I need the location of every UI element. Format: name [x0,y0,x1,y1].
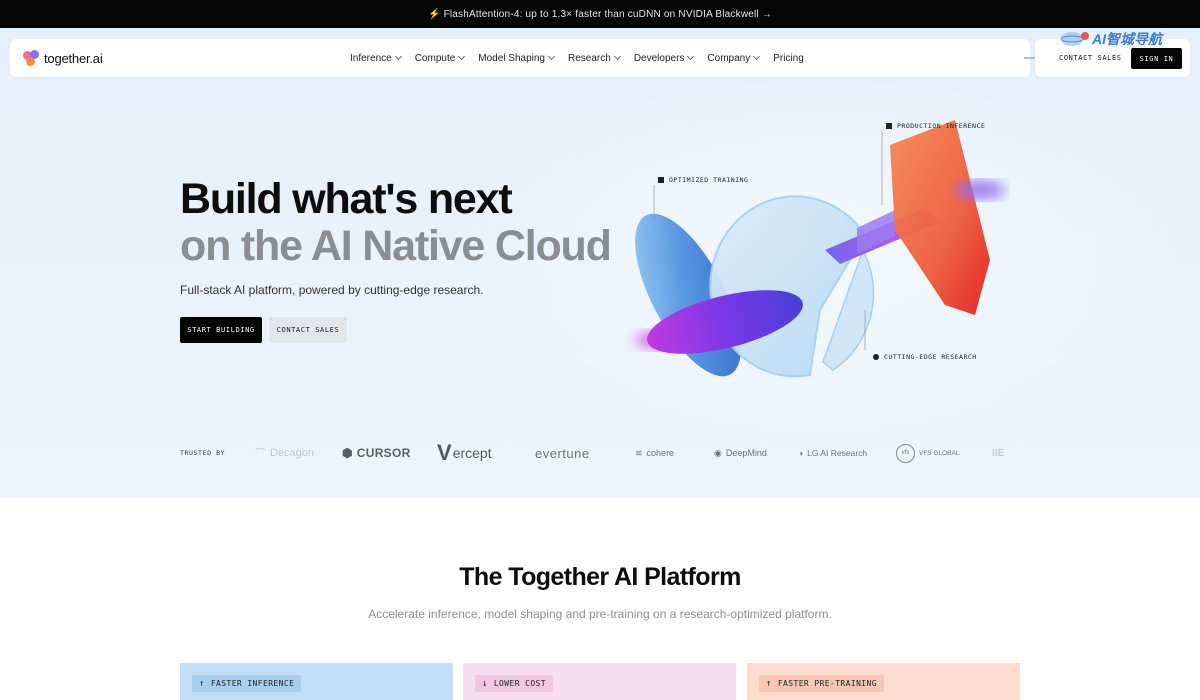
hero-title-line2: on the AI Native Cloud [180,222,612,270]
hero-subtitle: Full-stack AI platform, powered by cutti… [180,283,484,297]
globe-icon [1060,32,1089,46]
arrow-up-icon: ↑ [199,678,205,689]
contact-sales-button[interactable]: CONTACT SALES [269,317,347,343]
decagon-icon: ⌒ [255,448,266,460]
logo-partial: IIE [992,447,1005,459]
card-lower-cost[interactable]: ↓ LOWER COST [463,663,736,700]
nav-item-pricing[interactable]: Pricing [773,53,804,64]
watermark-text: AI智城导航 [1092,31,1162,47]
nav-item-research[interactable]: Research [568,52,621,64]
arrow-down-icon: ↓ [482,678,488,689]
nav-item-developers[interactable]: Developers [634,52,695,64]
logo-cursor: ⬢ CURSOR [342,446,411,460]
nav-menu: Inference Compute Model Shaping Research… [350,39,804,77]
hero-illustration: OPTIMIZED TRAINING PRODUCTION INFERENCE … [595,110,1035,420]
brand-name: together.ai [44,50,103,66]
platform-3d-graphic [635,120,1005,378]
card-faster-pre-training[interactable]: ↑ FASTER PRE-TRAINING [747,663,1020,700]
card-faster-inference[interactable]: ↑ FASTER INFERENCE [180,663,453,700]
chevron-down-icon [458,52,466,61]
together-logo-icon [23,50,40,66]
pill-faster-pre-training: ↑ FASTER PRE-TRAINING [759,675,884,692]
announcement-text[interactable]: ⚡ FlashAttention-4: up to 1.3× faster th… [428,9,772,20]
start-building-button[interactable]: START BUILDING [180,317,262,343]
main-nav: together.ai Inference Compute Model Shap… [10,39,1030,77]
chevron-down-icon [394,52,402,61]
hero-title-line1: Build what's next [180,175,513,223]
logo-evertune: evertune [535,445,590,461]
cube-icon: ⬢ [342,446,353,460]
sign-in-button[interactable]: SIGN IN [1131,48,1182,69]
logo-lg-ai-research: ◑ LG AI Research [798,448,868,458]
nav-item-inference[interactable]: Inference [350,52,402,64]
logo-vercept: Vercept [437,440,492,465]
nav-item-compute[interactable]: Compute [415,52,466,64]
trusted-by-label: TRUSTED BY [180,449,226,457]
platform-title: The Together AI Platform [459,563,741,591]
chevron-down-icon [687,52,695,61]
nav-item-company[interactable]: Company [707,52,761,64]
chevron-down-icon [753,52,761,61]
pill-lower-cost: ↓ LOWER COST [475,675,553,692]
arrow-up-icon: ↑ [766,678,772,689]
cohere-icon: ≋ [635,447,643,458]
brand-logo[interactable]: together.ai [23,50,103,66]
customer-logos: ⌒ Decagon ⬢ CURSOR Vercept evertune ≋ coher… [255,438,1020,468]
deepmind-icon: ◉ [714,447,722,458]
vfs-emblem-icon: vfs [896,443,915,463]
square-marker-icon [886,123,892,129]
nav-item-model-shaping[interactable]: Model Shaping [478,52,556,64]
label-cutting-edge-research: CUTTING-EDGE RESEARCH [873,353,977,361]
watermark-badge: AI智城导航 [1060,29,1162,49]
lg-icon: ◑ [798,448,804,458]
square-marker-icon [658,177,664,183]
announcement-bar[interactable]: ⚡ FlashAttention-4: up to 1.3× faster th… [0,0,1200,28]
logo-decagon: ⌒ Decagon [255,447,315,460]
contact-sales-link[interactable]: CONTACT SALES [1059,54,1122,62]
circle-marker-icon [873,354,879,360]
vercept-v-icon: V [437,440,452,465]
logo-vfs-global: vfs VFS GLOBAL [896,438,959,468]
label-optimized-training: OPTIMIZED TRAINING [658,176,748,184]
chevron-down-icon [613,52,621,61]
platform-subtitle: Accelerate inference, model shaping and … [368,607,832,621]
logo-deepmind: ◉ DeepMind [714,447,767,459]
chevron-down-icon [547,52,556,61]
logo-cohere: ≋ cohere [635,447,675,459]
pill-faster-inference: ↑ FASTER INFERENCE [192,675,302,692]
label-production-inference: PRODUCTION INFERENCE [886,122,985,130]
